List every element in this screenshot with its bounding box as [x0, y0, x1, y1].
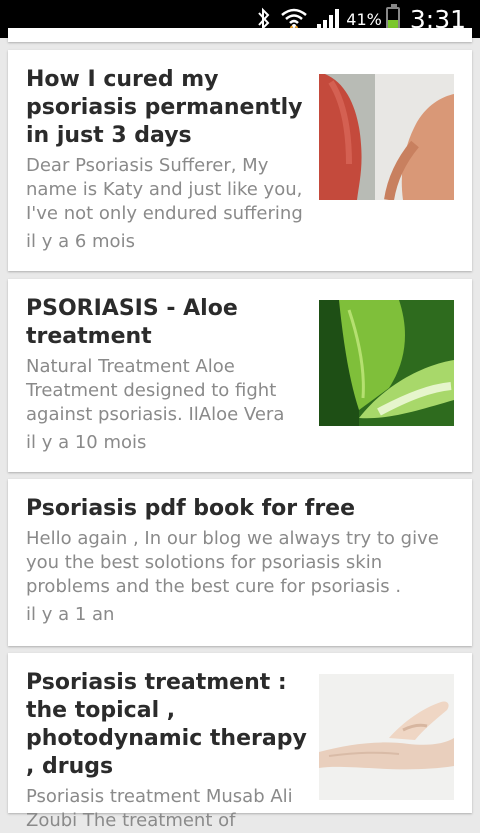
post-excerpt: Hello again , In our blog we always try …: [26, 528, 439, 597]
post-thumbnail-hands-cream: [319, 674, 454, 800]
post-title: Psoriasis pdf book for free: [26, 496, 356, 521]
post-age: il y a 10 mois: [26, 432, 147, 453]
post-excerpt: Natural Treatment Aloe Treatment designe…: [26, 356, 285, 425]
post-card[interactable]: Psoriasis treatment : the topical , phot…: [8, 653, 472, 831]
post-card[interactable]: How I cured my psoriasis permanently in …: [8, 50, 472, 271]
post-age: il y a 1 an: [26, 604, 115, 625]
previous-card-edge: [8, 28, 472, 42]
post-card[interactable]: Psoriasis pdf book for free Hello again …: [8, 479, 472, 646]
post-title: PSORIASIS - Aloe treatment: [26, 296, 238, 349]
post-title: Psoriasis treatment : the topical , phot…: [26, 670, 307, 779]
post-excerpt: Dear Psoriasis Sufferer, My name is Katy…: [26, 155, 303, 224]
post-age: il y a 6 mois: [26, 231, 135, 252]
post-excerpt: Psoriasis treatment Musab Ali Zoubi The …: [26, 786, 293, 831]
battery-percent: 41%: [346, 9, 382, 29]
post-title: How I cured my psoriasis permanently in …: [26, 67, 303, 148]
post-card[interactable]: PSORIASIS - Aloe treatment Natural Treat…: [8, 279, 472, 472]
signal-icon: [316, 8, 342, 30]
post-thumbnail-aloe-vera: [319, 300, 454, 426]
post-thumbnail-arm-skin: [319, 74, 454, 200]
